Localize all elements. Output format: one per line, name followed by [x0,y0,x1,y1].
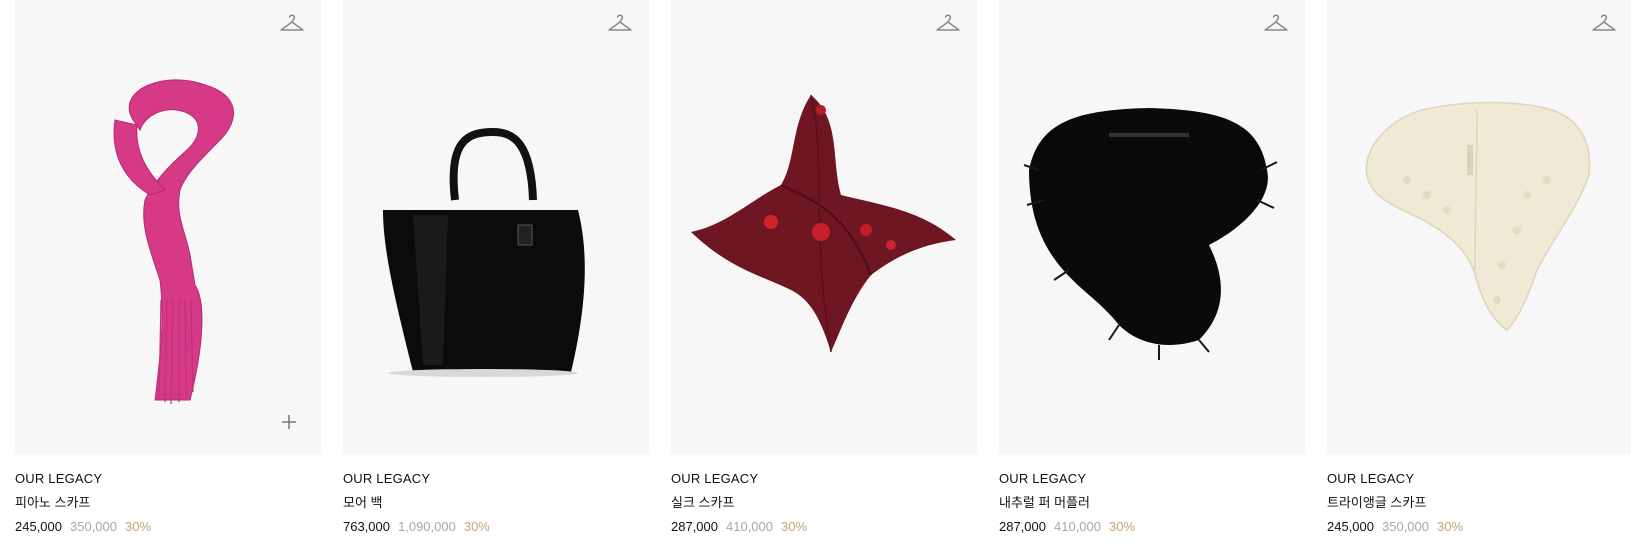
discount-rate: 30% [463,519,490,534]
product-brand[interactable]: OUR LEGACY [343,470,649,488]
sale-price: 763,000 [343,519,390,534]
product-info[interactable]: OUR LEGACY 모어 백 763,000 1,090,000 30% [343,470,649,536]
discount-rate: 30% [1109,519,1136,534]
product-brand[interactable]: OUR LEGACY [999,470,1305,488]
product-info[interactable]: OUR LEGACY 피아노 스카프 245,000 350,000 30% [15,470,321,536]
product-image[interactable] [671,0,977,454]
product-name[interactable]: 트라이앵글 스카프 [1327,494,1631,512]
product-photo-silk-scarf [691,94,956,353]
product-photo-black-bag [383,127,585,377]
sale-price: 287,000 [671,519,718,534]
product-prices: 245,000 350,000 30% [15,518,321,536]
product-card[interactable]: OUR LEGACY 실크 스카프 287,000 410,000 30% [671,0,977,547]
product-grid: OUR LEGACY 피아노 스카프 245,000 350,000 30% O… [0,0,1631,547]
original-price: 350,000 [1382,519,1429,534]
hanger-icon[interactable] [1263,11,1289,35]
hanger-icon[interactable] [1591,11,1617,35]
sale-price: 245,000 [15,519,62,534]
product-prices: 287,000 410,000 30% [999,518,1305,536]
hanger-icon[interactable] [935,11,961,35]
product-brand[interactable]: OUR LEGACY [1327,470,1631,488]
original-price: 350,000 [70,519,117,534]
product-card[interactable]: OUR LEGACY 내추럴 퍼 머플러 287,000 410,000 30% [999,0,1305,547]
product-name[interactable]: 모어 백 [343,494,649,512]
product-prices: 287,000 410,000 30% [671,518,977,536]
product-card[interactable]: OUR LEGACY 모어 백 763,000 1,090,000 30% [343,0,649,547]
hanger-icon[interactable] [607,11,633,35]
product-info[interactable]: OUR LEGACY 트라이앵글 스카프 245,000 350,000 30% [1327,470,1631,536]
hanger-icon[interactable] [279,11,305,35]
original-price: 1,090,000 [398,519,456,534]
plus-icon[interactable] [281,414,297,430]
product-name[interactable]: 실크 스카프 [671,494,977,512]
product-image[interactable] [15,0,321,454]
product-prices: 245,000 350,000 30% [1327,518,1631,536]
sale-price: 245,000 [1327,519,1374,534]
product-image[interactable] [343,0,649,454]
product-card[interactable]: OUR LEGACY 트라이앵글 스카프 245,000 350,000 30% [1327,0,1631,547]
product-prices: 763,000 1,090,000 30% [343,518,649,536]
discount-rate: 30% [1437,519,1464,534]
sale-price: 287,000 [999,519,1046,534]
product-card[interactable]: OUR LEGACY 피아노 스카프 245,000 350,000 30% [15,0,321,547]
discount-rate: 30% [781,519,808,534]
product-info[interactable]: OUR LEGACY 내추럴 퍼 머플러 287,000 410,000 30% [999,470,1305,536]
product-name[interactable]: 피아노 스카프 [15,494,321,512]
original-price: 410,000 [726,519,773,534]
product-brand[interactable]: OUR LEGACY [671,470,977,488]
product-photo-pink-scarf [113,79,234,405]
product-image[interactable] [999,0,1305,454]
product-photo-triangle-scarf [1365,101,1591,331]
original-price: 410,000 [1054,519,1101,534]
product-info[interactable]: OUR LEGACY 실크 스카프 287,000 410,000 30% [671,470,977,536]
product-image[interactable] [1327,0,1631,454]
product-name[interactable]: 내추럴 퍼 머플러 [999,494,1305,512]
discount-rate: 30% [125,519,152,534]
product-photo-fur-muffler [1023,108,1278,360]
product-brand[interactable]: OUR LEGACY [15,470,321,488]
